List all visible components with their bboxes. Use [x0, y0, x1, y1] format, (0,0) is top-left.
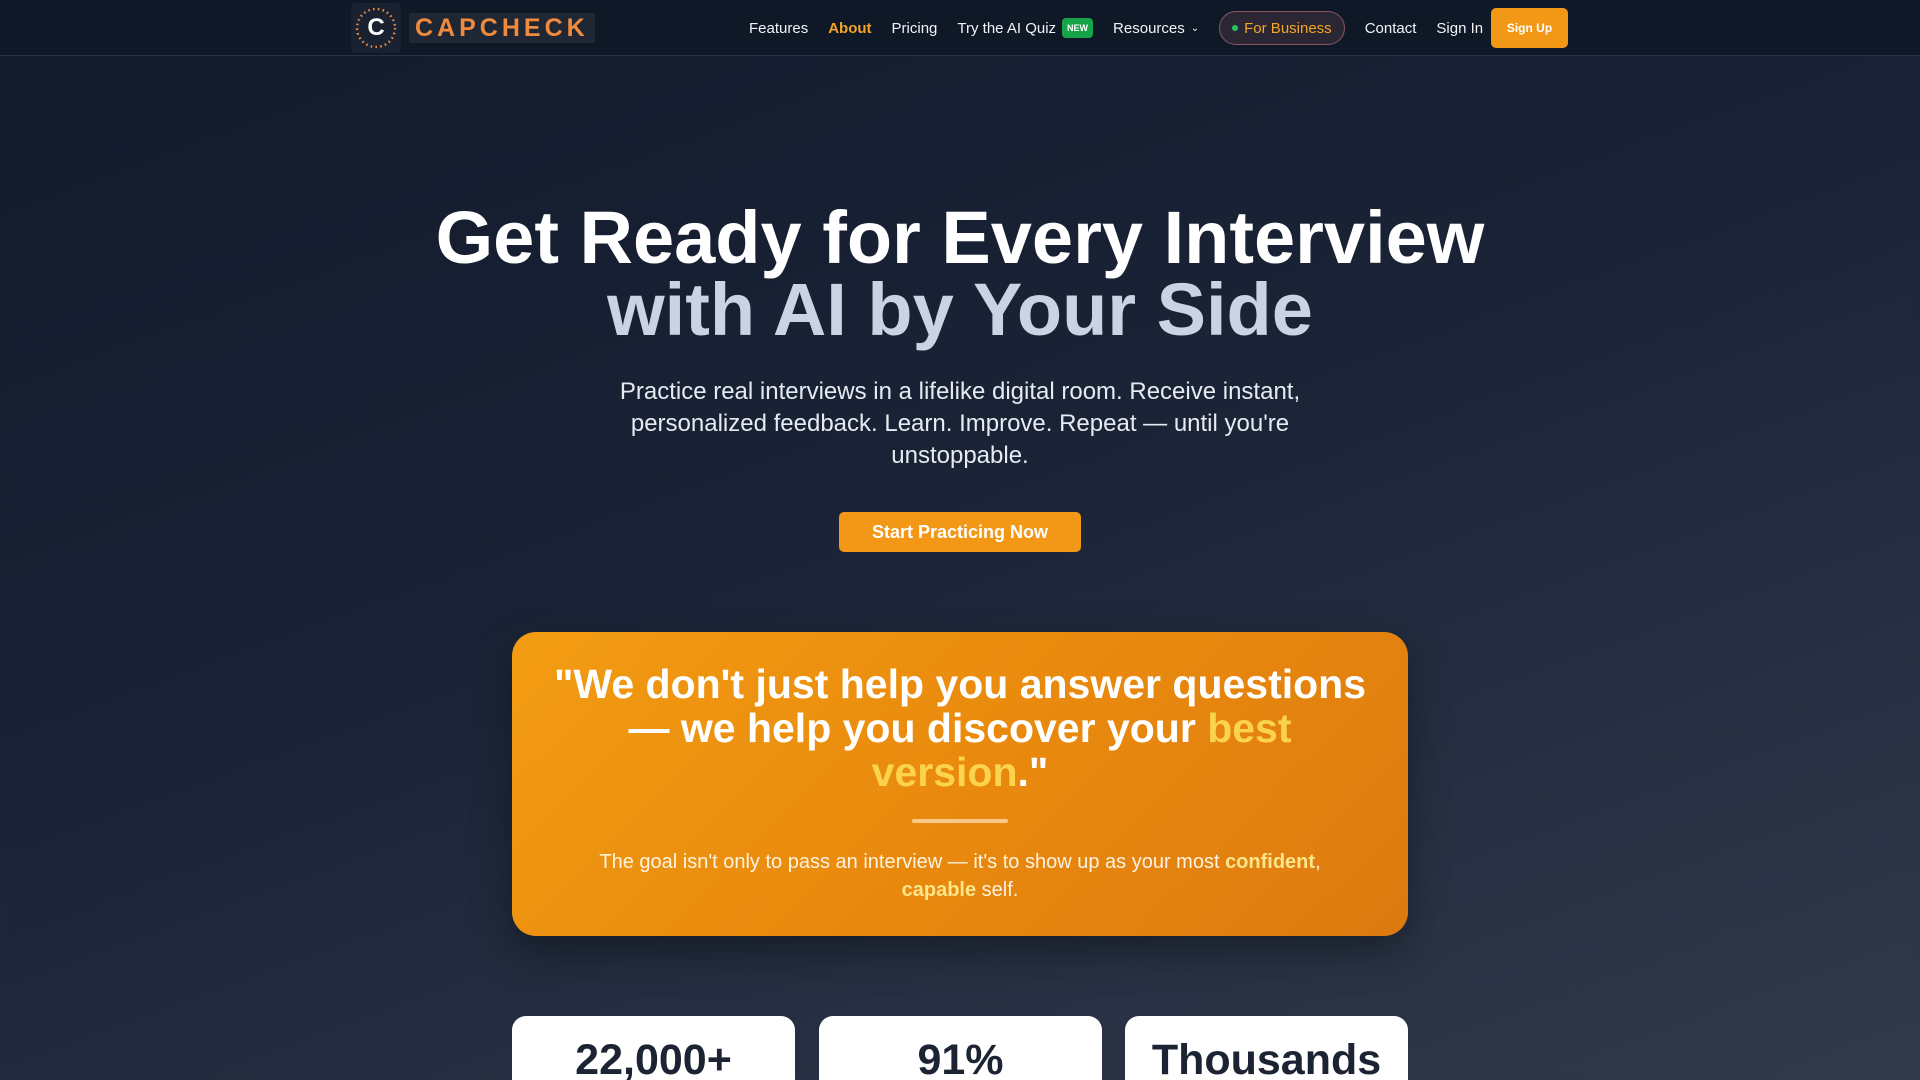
nav-link-pricing[interactable]: Pricing — [892, 20, 938, 37]
nav-link-ai-quiz[interactable]: Try the AI Quiz NEW — [957, 18, 1094, 38]
top-navbar: C CAPCHECK Features About Pricing Try th… — [0, 0, 1920, 56]
nav-link-contact[interactable]: Contact — [1365, 20, 1417, 37]
chevron-down-icon: ⌄ — [1190, 22, 1200, 34]
nav-link-resources-label: Resources — [1113, 19, 1185, 37]
logo-letter: C — [367, 14, 385, 41]
stat-value: 91% — [917, 1036, 1004, 1080]
hero-subtitle: Practice real interviews in a lifelike d… — [619, 378, 1301, 469]
stat-card: 22,000+ — [512, 1016, 795, 1080]
quote-divider — [912, 819, 1008, 823]
nav-links: Features About Pricing Try the AI Quiz N… — [749, 0, 1503, 56]
nav-link-ai-quiz-label: Try the AI Quiz — [957, 19, 1057, 37]
quote-sub-before: The goal isn't only to pass an interview… — [599, 851, 1226, 873]
quote-card: "We don't just help you answer questions… — [512, 632, 1408, 936]
nav-link-features[interactable]: Features — [749, 20, 808, 37]
nav-link-about[interactable]: About — [828, 20, 871, 37]
nav-link-resources[interactable]: Resources ⌄ — [1113, 20, 1199, 37]
quote-sub-highlight-capable: capable — [901, 879, 977, 901]
quote-subtext: The goal isn't only to pass an interview… — [562, 848, 1358, 904]
logo-wordmark: CAPCHECK — [409, 13, 595, 43]
sign-up-button[interactable]: Sign Up — [1491, 8, 1568, 48]
quote-text: "We don't just help you answer questions… — [552, 662, 1368, 794]
logo-mark-icon: C — [351, 3, 401, 53]
stat-card: Thousands — [1125, 1016, 1408, 1080]
quote-text-after: ." — [1017, 749, 1049, 795]
stat-value: 22,000+ — [575, 1036, 732, 1080]
status-dot-icon — [1232, 25, 1239, 31]
hero-title-line1: Get Ready for Every Interview — [435, 196, 1485, 279]
nav-link-sign-in[interactable]: Sign In — [1436, 20, 1483, 37]
hero-title-line2: with AI by Your Side — [607, 268, 1313, 351]
start-practicing-button[interactable]: Start Practicing Now — [839, 512, 1081, 552]
stat-value: Thousands — [1151, 1036, 1382, 1080]
quote-sub-after: self. — [976, 879, 1019, 901]
for-business-label: For Business — [1244, 19, 1332, 37]
logo[interactable]: C CAPCHECK — [351, 3, 595, 53]
quote-sub-mid: , — [1315, 851, 1321, 873]
hero-title: Get Ready for Every Interview with AI by… — [0, 196, 1920, 351]
for-business-button[interactable]: For Business — [1219, 11, 1345, 45]
quote-sub-highlight-confident: confident — [1225, 851, 1316, 873]
stat-card: 91% — [819, 1016, 1102, 1080]
new-badge: NEW — [1062, 18, 1094, 38]
